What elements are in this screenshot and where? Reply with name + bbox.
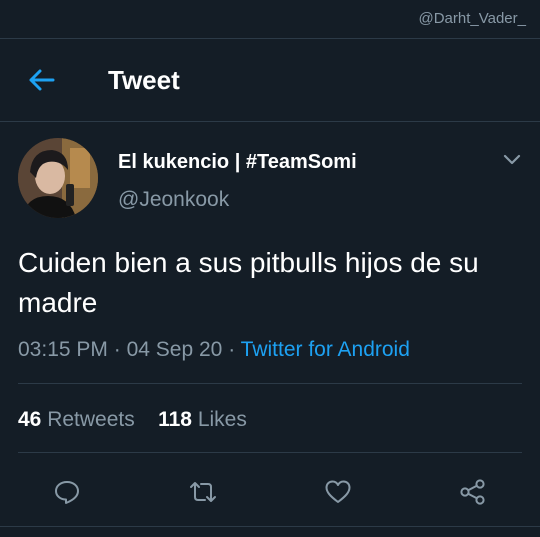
divider <box>18 452 522 453</box>
likes-stat[interactable]: 118 Likes <box>158 408 247 431</box>
tweet-text: Cuiden bien a sus pitbulls hijos de su m… <box>18 247 479 318</box>
watermark-username: @Darht_Vader_ <box>418 10 526 27</box>
comment-icon <box>55 481 79 504</box>
top-app-bar: Tweet <box>0 38 540 122</box>
heart-icon <box>325 480 351 503</box>
tweet-meta: 03:15 PM · 04 Sep 20 · Twitter for Andro… <box>18 338 410 362</box>
retweets-label: Retweets <box>47 408 135 431</box>
arrow-left-icon <box>29 69 55 91</box>
likes-label: Likes <box>197 408 247 431</box>
tweet-date: 04 Sep 20 <box>126 338 223 361</box>
retweet-icon <box>190 482 216 502</box>
divider <box>0 526 540 527</box>
share-button[interactable] <box>457 478 489 506</box>
tweet-source-link[interactable]: Twitter for Android <box>241 338 410 361</box>
tweet-stats: 46 Retweets 118 Likes <box>18 408 247 432</box>
retweets-count: 46 <box>18 408 42 431</box>
like-button[interactable] <box>322 478 354 506</box>
tweet-time: 03:15 PM <box>18 338 108 361</box>
retweets-stat[interactable]: 46 Retweets <box>18 408 135 431</box>
chevron-down-icon <box>503 154 521 165</box>
author-name[interactable]: El kukencio | #TeamSomi <box>118 151 357 174</box>
share-icon <box>460 479 485 505</box>
page-title: Tweet <box>108 65 180 95</box>
back-button[interactable] <box>24 65 58 95</box>
meta-separator: · <box>228 338 236 361</box>
avatar-image <box>18 138 98 218</box>
reply-button[interactable] <box>51 478 83 506</box>
tweet-menu-button[interactable] <box>502 152 522 168</box>
retweet-button[interactable] <box>187 478 219 506</box>
divider <box>18 383 522 384</box>
avatar[interactable] <box>18 138 98 218</box>
author-handle[interactable]: @Jeonkook <box>118 188 229 212</box>
tweet-actions <box>0 470 540 512</box>
likes-count: 118 <box>158 408 192 431</box>
meta-separator: · <box>113 338 121 361</box>
